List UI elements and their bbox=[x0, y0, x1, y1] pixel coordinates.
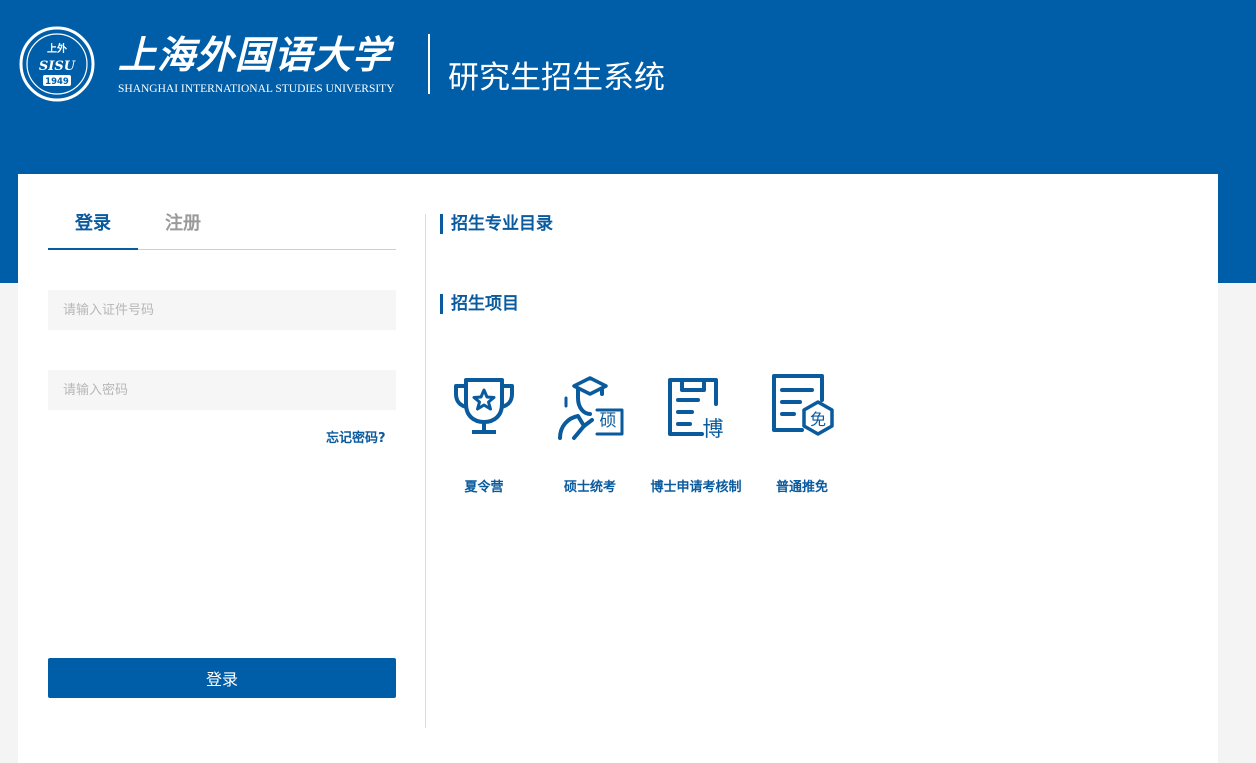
exemption-document-icon: 免 bbox=[772, 374, 834, 436]
vertical-divider bbox=[425, 214, 426, 728]
login-button[interactable]: 登录 bbox=[48, 658, 396, 698]
main-card: 登录 注册 忘记密码? 登录 招生专业目录 招生项目 夏令营 硕 硕士统考 bbox=[18, 174, 1218, 763]
password-input[interactable] bbox=[48, 370, 396, 410]
project-summer-camp[interactable]: 夏令营 bbox=[430, 370, 538, 500]
svg-text:硕: 硕 bbox=[600, 411, 617, 431]
project-recommendation-exemption[interactable]: 免 普通推免 bbox=[748, 370, 856, 500]
catalog-section-title[interactable]: 招生专业目录 bbox=[440, 214, 553, 234]
doctoral-clipboard-icon: 博 bbox=[668, 378, 724, 441]
master-graduate-icon: 硕 bbox=[558, 376, 624, 440]
university-wordmark: 上海外国语大学 SHANGHAI INTERNATIONAL STUDIES U… bbox=[118, 32, 395, 95]
seal-monogram: SISU bbox=[39, 59, 76, 74]
tab-register[interactable]: 注册 bbox=[138, 210, 228, 250]
project-doctoral-application[interactable]: 博 博士申请考核制 bbox=[642, 370, 750, 500]
svg-text:免: 免 bbox=[810, 410, 826, 429]
project-master-exam[interactable]: 硕 硕士统考 bbox=[536, 370, 644, 500]
tab-login[interactable]: 登录 bbox=[48, 210, 138, 250]
projects-section-title: 招生项目 bbox=[440, 294, 519, 314]
svg-text:博: 博 bbox=[703, 417, 724, 441]
university-name-en: SHANGHAI INTERNATIONAL STUDIES UNIVERSIT… bbox=[118, 83, 395, 95]
seal-top-text: 上外 bbox=[47, 42, 67, 55]
seal-year: 1949 bbox=[45, 77, 69, 87]
university-name-cn: 上海外国语大学 bbox=[118, 32, 392, 77]
system-title: 研究生招生系统 bbox=[448, 60, 665, 96]
auth-tabs: 登录 注册 bbox=[48, 210, 396, 250]
project-label: 夏令营 bbox=[464, 480, 504, 495]
university-seal-logo: 上外 SISU 1949 bbox=[19, 26, 95, 102]
trophy-icon bbox=[454, 378, 514, 434]
id-number-input[interactable] bbox=[48, 290, 396, 330]
project-label: 硕士统考 bbox=[563, 480, 616, 495]
header-divider bbox=[428, 34, 430, 94]
forgot-password-link[interactable]: 忘记密码? bbox=[326, 427, 386, 446]
project-label: 普通推免 bbox=[775, 480, 828, 495]
project-label: 博士申请考核制 bbox=[650, 480, 742, 495]
